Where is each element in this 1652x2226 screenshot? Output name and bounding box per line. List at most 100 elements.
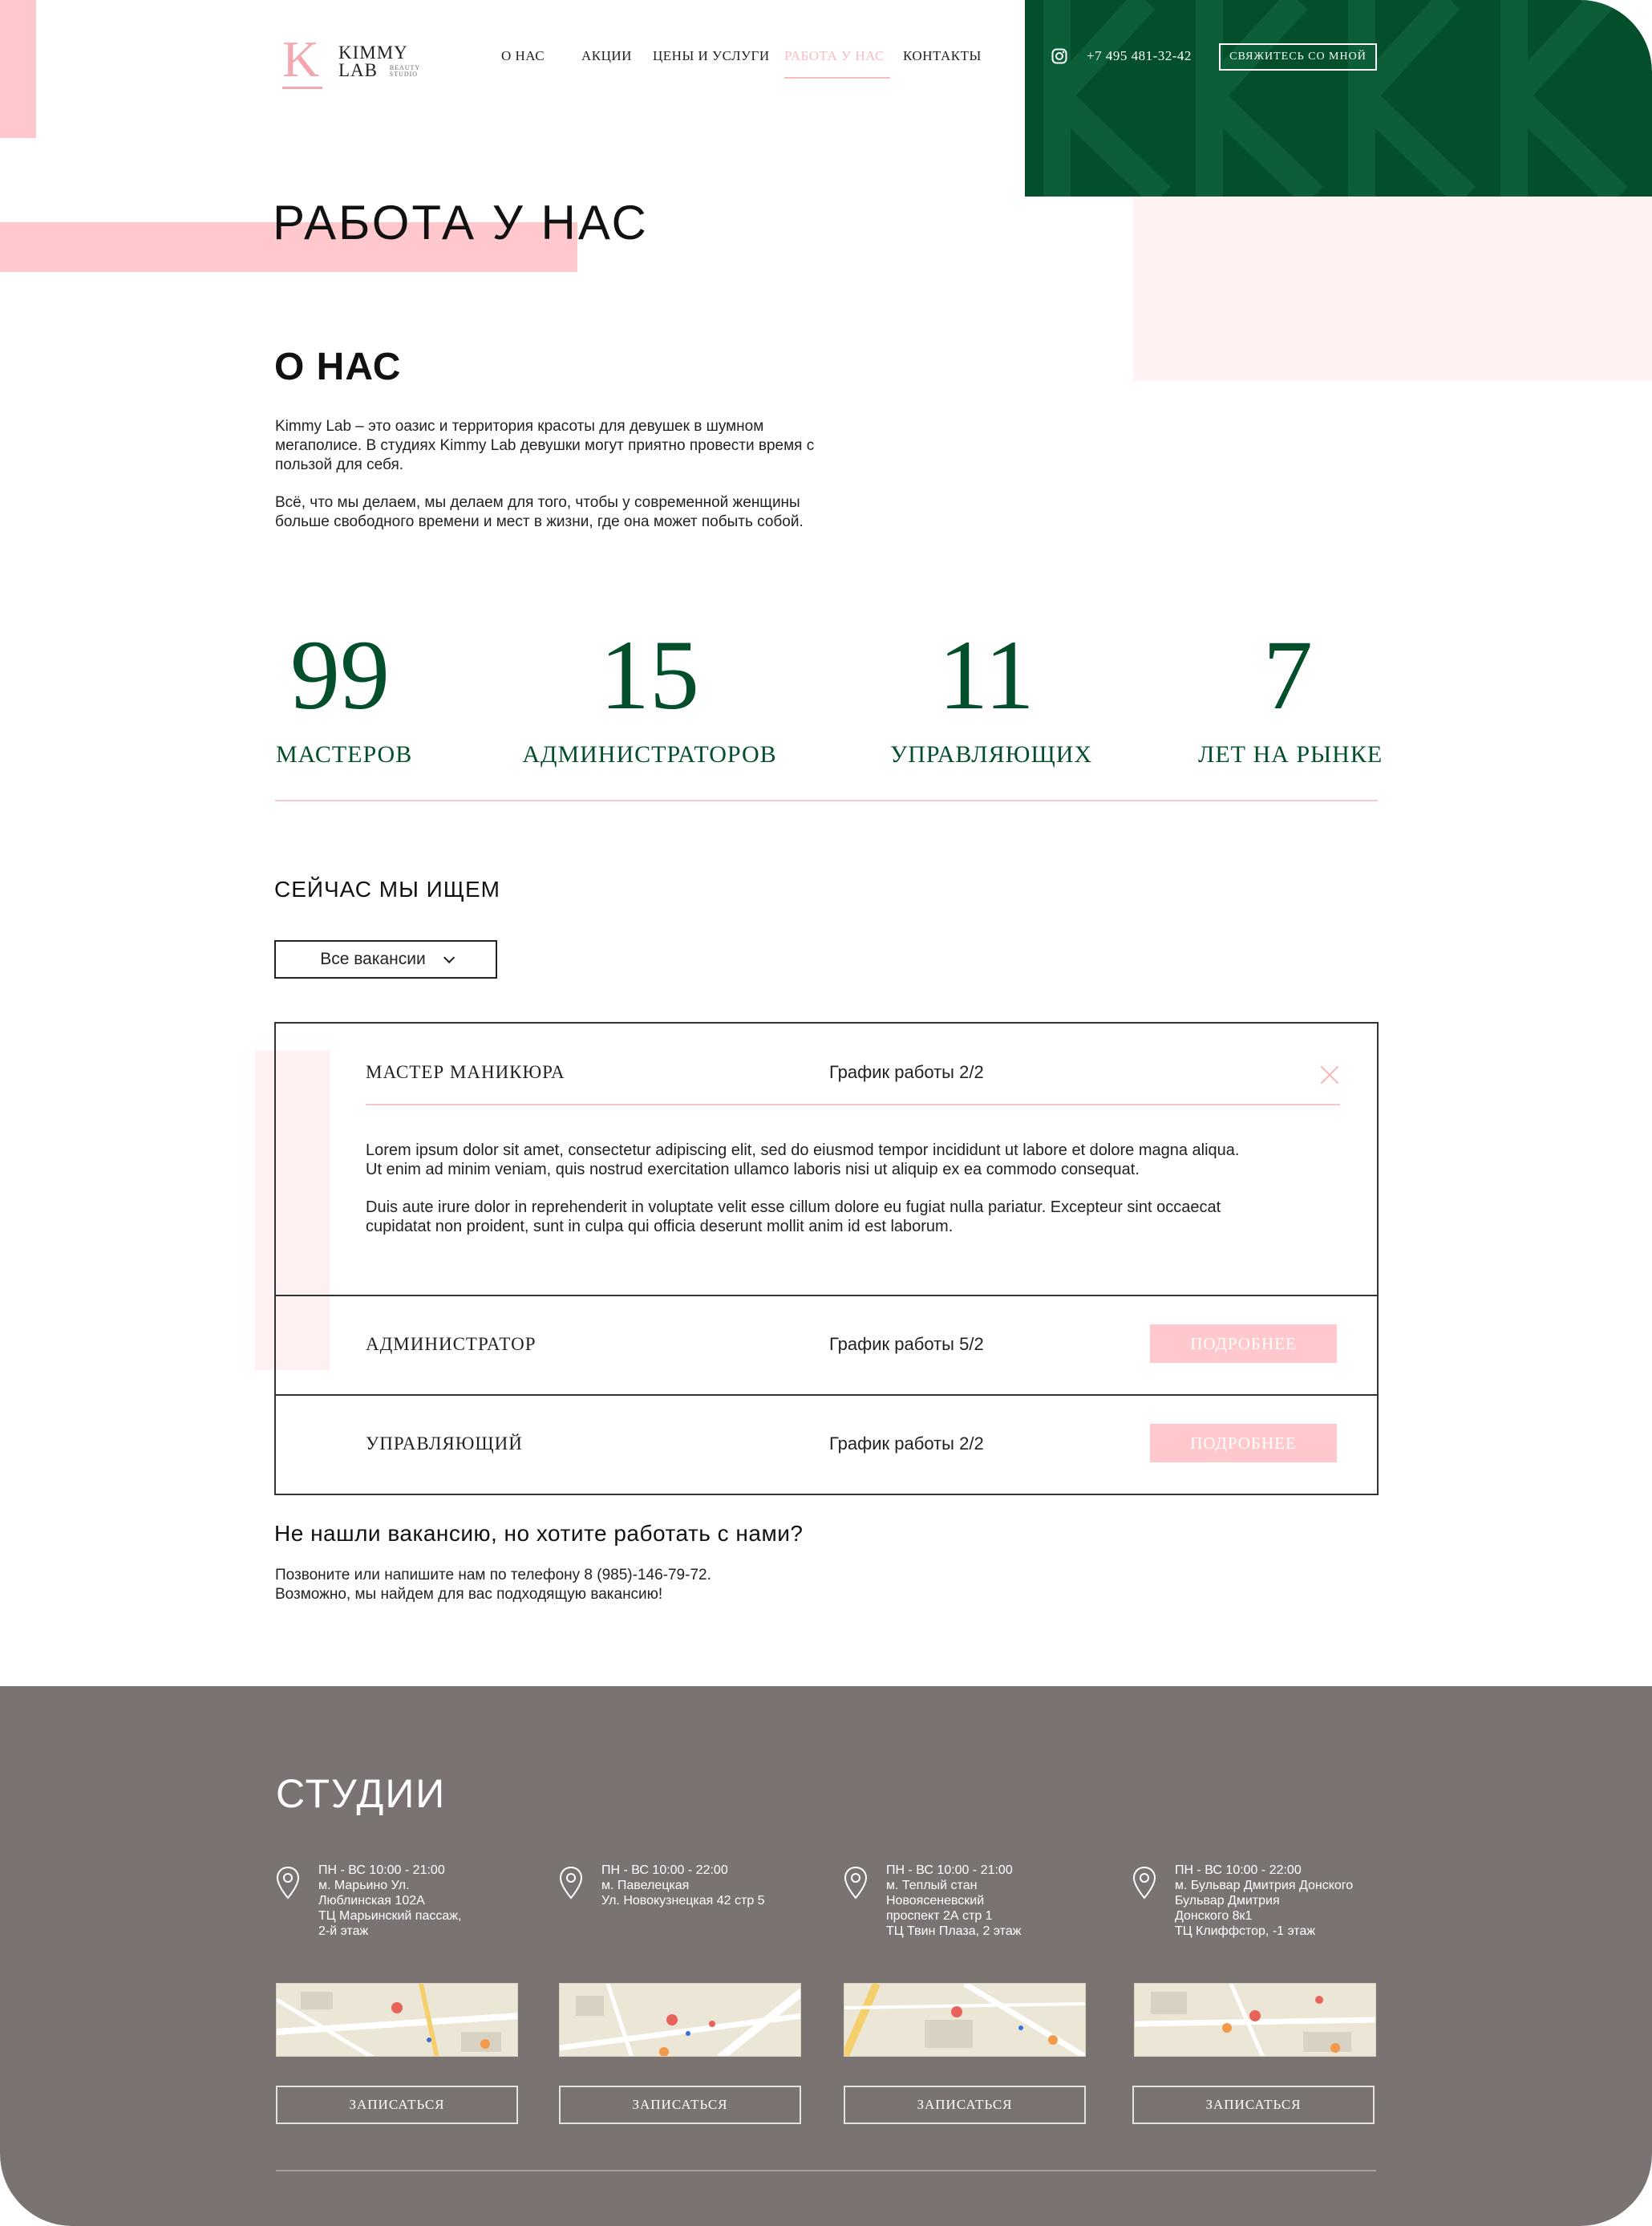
- about-p2-line1: Всё, что мы делаем, мы делаем для того, …: [275, 494, 800, 511]
- nav-item-prices[interactable]: ЦЕНЫ И УСЛУГИ: [653, 48, 770, 64]
- book-button[interactable]: ЗАПИСАТЬСЯ: [1132, 2086, 1375, 2124]
- studio-info: ПН - ВС 10:00 - 22:00 м. Павелецкая Ул. …: [601, 1863, 765, 1908]
- vacancy-desc1-line2: Ut enim ad minim veniam, quis nostrud ex…: [366, 1161, 1140, 1178]
- vacancy-filter-dropdown[interactable]: Все вакансии: [274, 940, 497, 979]
- location-pin-icon: [559, 1866, 583, 1900]
- studio-info: ПН - ВС 10:00 - 21:00 м. Марьино Ул. Люб…: [318, 1863, 461, 1939]
- stat-number: 99: [290, 620, 390, 730]
- decor-pink-block-right: [1133, 197, 1652, 381]
- details-button[interactable]: ПОДРОБНЕЕ: [1150, 1424, 1337, 1462]
- stat-label: ЛЕТ НА РЫНКЕ: [1198, 741, 1383, 768]
- studio-hours: ПН - ВС 10:00 - 22:00: [1175, 1863, 1302, 1877]
- page-title: РАБОТА У НАС: [273, 196, 649, 249]
- studio-address-line: ТЦ Марьинский пассаж,: [318, 1909, 462, 1923]
- stat-admins: 15 АДМИНИСТРАТОРОВ: [521, 626, 778, 768]
- location-pin-icon: [276, 1866, 300, 1900]
- about-paragraph-2: Всё, что мы делаем, мы делаем для того, …: [275, 493, 917, 532]
- location-pin-icon: [1132, 1866, 1156, 1900]
- stats-divider: [275, 800, 1378, 801]
- vacancy-filter-value: Все вакансии: [320, 950, 426, 968]
- contact-me-button[interactable]: СВЯЖИТЕСЬ СО МНОЙ: [1219, 43, 1377, 71]
- logo[interactable]: K KIMMY LAB BEAUTY STUDIO: [282, 34, 420, 89]
- vacancy-separator: [366, 1104, 1340, 1105]
- studio-address-line: Ул. Новокузнецкая 42 стр 5: [601, 1894, 765, 1908]
- footer-divider: [276, 2170, 1376, 2171]
- studio-hours: ПН - ВС 10:00 - 21:00: [318, 1863, 445, 1877]
- nav-item-about[interactable]: О НАС: [501, 48, 545, 64]
- about-p1-line3: пользой для себя.: [275, 456, 404, 473]
- vacancies-heading: СЕЙЧАС МЫ ИЩЕМ: [274, 877, 501, 902]
- studio-address-line: ТЦ Клиффстор, -1 этаж: [1175, 1924, 1316, 1938]
- header-phone[interactable]: +7 495 481-32-42: [1087, 48, 1192, 64]
- about-paragraph-1: Kimmy Lab – это оазис и территория красо…: [275, 417, 917, 475]
- vacancy-schedule: График работы 2/2: [829, 1433, 984, 1454]
- stat-number: 11: [938, 620, 1035, 730]
- studio-address-line: Новоясеневский: [886, 1894, 985, 1908]
- decor-pink-block-top-left: [0, 0, 36, 138]
- vacancy-description-1: Lorem ipsum dolor sit amet, consectetur …: [366, 1141, 1352, 1179]
- stat-label: АДМИНИСТРАТОРОВ: [522, 741, 777, 768]
- nav-item-promos[interactable]: АКЦИИ: [581, 48, 632, 64]
- vacancy-schedule: График работы 5/2: [829, 1334, 984, 1354]
- studio-address-line: м. Марьино Ул.: [318, 1879, 410, 1892]
- studio-address-line: м. Теплый стан: [886, 1879, 978, 1892]
- studio-hours: ПН - ВС 10:00 - 21:00: [886, 1863, 1013, 1877]
- logo-line1: KIMMY: [338, 42, 408, 63]
- vacancy-title[interactable]: МАСТЕР МАНИКЮРА: [366, 1062, 565, 1083]
- vacancy-desc2-line1: Duis aute irure dolor in reprehenderit i…: [366, 1198, 1221, 1216]
- studio-address-line: м. Бульвар Дмитрия Донского: [1175, 1879, 1354, 1892]
- details-button[interactable]: ПОДРОБНЕЕ: [1150, 1324, 1337, 1363]
- page: K KIMMY LAB BEAUTY STUDIO О НАС АКЦИИ ЦЕ…: [0, 0, 1652, 2226]
- studio-address-line: проспект 2А стр 1: [886, 1909, 993, 1923]
- studio-map[interactable]: [1134, 1983, 1376, 2057]
- stat-label: МАСТЕРОВ: [276, 741, 413, 768]
- stat-masters: 99 МАСТЕРОВ: [276, 620, 413, 768]
- logo-wordmark: KIMMY LAB BEAUTY STUDIO: [338, 42, 420, 80]
- studio-info: ПН - ВС 10:00 - 22:00 м. Бульвар Дмитрия…: [1175, 1863, 1353, 1939]
- studios-title: СТУДИИ: [276, 1771, 447, 1816]
- vacancy-title[interactable]: УПРАВЛЯЮЩИЙ: [366, 1433, 523, 1454]
- instagram-icon[interactable]: [1051, 48, 1067, 64]
- studio-address-line: Бульвар Дмитрия: [1175, 1894, 1280, 1908]
- about-title: О НАС: [274, 346, 402, 388]
- logo-sub2: STUDIO: [389, 71, 419, 79]
- book-button[interactable]: ЗАПИСАТЬСЯ: [276, 2086, 518, 2124]
- stat-years: 7 ЛЕТ НА РЫНКЕ: [1198, 620, 1383, 768]
- not-found-title: Не нашли вакансию, но хотите работать с …: [274, 1521, 804, 1546]
- logo-subtitle: BEAUTY STUDIO: [390, 65, 420, 78]
- vacancy-description-2: Duis aute irure dolor in reprehenderit i…: [366, 1198, 1352, 1236]
- stat-managers: 11 УПРАВЛЯЮЩИХ: [890, 620, 1093, 768]
- close-icon[interactable]: [1320, 1065, 1339, 1085]
- book-button[interactable]: ЗАПИСАТЬСЯ: [559, 2086, 801, 2124]
- logo-line2: LAB: [338, 59, 378, 80]
- studio-address-line: Люблинская 102А: [318, 1894, 425, 1908]
- studio-map[interactable]: [276, 1983, 518, 2057]
- vacancy-desc2-line2: cupidatat non proident, sunt in culpa qu…: [366, 1218, 954, 1235]
- studio-address-line: м. Павелецкая: [601, 1879, 690, 1892]
- about-p2-line2: больше свободного времени и мест в жизни…: [275, 513, 804, 530]
- vacancy-divider: [276, 1394, 1377, 1396]
- vacancy-divider: [276, 1295, 1377, 1296]
- stat-number: 7: [1263, 620, 1313, 730]
- header-green-panel: [1025, 0, 1652, 197]
- stat-label: УПРАВЛЯЮЩИХ: [890, 741, 1093, 768]
- vacancy-schedule: График работы 2/2: [829, 1062, 984, 1082]
- nav-item-careers[interactable]: РАБОТА У НАС: [784, 48, 885, 64]
- studio-map[interactable]: [559, 1983, 801, 2057]
- not-found-line1: Позвоните или напишите нам по телефону 8…: [275, 1567, 711, 1583]
- location-pin-icon: [844, 1866, 868, 1900]
- footer: СТУДИИ ПН - ВС 10:00 - 21:00 м. Марьино …: [0, 1686, 1652, 2226]
- studio-address-line: 2-й этаж: [318, 1924, 369, 1938]
- vacancy-title[interactable]: АДМИНИСТРАТОР: [366, 1334, 536, 1355]
- not-found-text: Позвоните или напишите нам по телефону 8…: [275, 1566, 711, 1604]
- studio-address-line: ТЦ Твин Плаза, 2 этаж: [886, 1924, 1022, 1938]
- studio-hours: ПН - ВС 10:00 - 22:00: [601, 1863, 728, 1877]
- nav-active-underline: [784, 77, 890, 79]
- not-found-line2: Возможно, мы найдем для вас подходящую в…: [275, 1586, 663, 1603]
- vacancy-list: МАСТЕР МАНИКЮРА График работы 2/2 Lorem …: [274, 1022, 1379, 1495]
- vacancy-desc1-line1: Lorem ipsum dolor sit amet, consectetur …: [366, 1141, 1240, 1159]
- nav-item-contacts[interactable]: КОНТАКТЫ: [903, 48, 982, 64]
- book-button[interactable]: ЗАПИСАТЬСЯ: [844, 2086, 1086, 2124]
- about-p1-line1: Kimmy Lab – это оазис и территория красо…: [275, 418, 764, 435]
- studio-map[interactable]: [844, 1983, 1086, 2057]
